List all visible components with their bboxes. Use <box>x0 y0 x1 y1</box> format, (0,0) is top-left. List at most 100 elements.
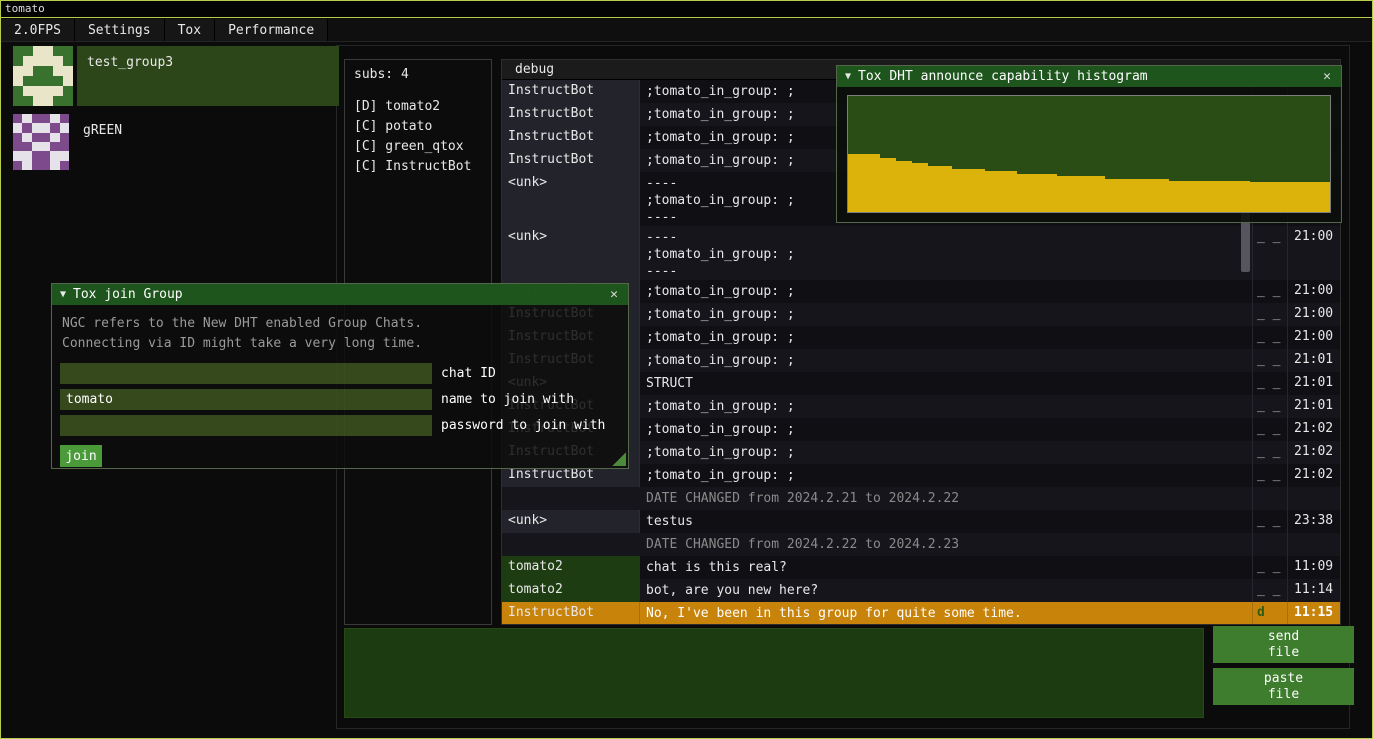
message-flags: _ _ <box>1253 556 1288 579</box>
histogram-bar <box>960 169 968 212</box>
member-item[interactable]: [C] InstructBot <box>354 157 482 177</box>
window-title: tomato <box>5 2 45 15</box>
histogram-bar <box>1137 179 1145 212</box>
sender-name <box>502 487 640 510</box>
member-item[interactable]: [C] green_qtox <box>354 137 482 157</box>
histogram-bar <box>1057 176 1065 212</box>
resize-grip-icon[interactable] <box>611 451 626 466</box>
message-row[interactable]: DATE CHANGED from 2024.2.21 to 2024.2.22 <box>502 487 1340 510</box>
field-row: chat ID <box>52 360 628 386</box>
sender-name: InstructBot <box>502 149 640 172</box>
message-input[interactable] <box>344 628 1204 718</box>
sender-name: <unk> <box>502 226 640 280</box>
histogram-bar <box>1081 176 1089 212</box>
menu-item-2-0fps: 2.0FPS <box>1 19 75 41</box>
histogram-bar <box>1322 182 1330 212</box>
group-avatar <box>13 114 69 170</box>
histogram-bar <box>1290 182 1298 212</box>
histogram-bar <box>1242 181 1250 212</box>
message-text: ;tomato_in_group: ; <box>640 441 1253 464</box>
message-time <box>1288 533 1340 556</box>
histogram-bar <box>864 154 872 212</box>
histogram-bar <box>1266 182 1274 212</box>
message-row[interactable]: <unk>testus_ _23:38 <box>502 510 1340 533</box>
histogram-bar <box>1049 174 1057 212</box>
histogram-bar <box>993 171 1001 212</box>
sender-name: InstructBot <box>502 103 640 126</box>
message-text: ;tomato_in_group: ; <box>640 349 1253 372</box>
histogram-bar <box>1193 181 1201 212</box>
message-row[interactable]: <unk>---- ;tomato_in_group: ; ----_ _21:… <box>502 226 1340 280</box>
message-text: ;tomato_in_group: ; <box>640 464 1253 487</box>
close-icon[interactable]: ✕ <box>1321 69 1333 84</box>
member-item[interactable]: [D] tomato2 <box>354 97 482 117</box>
message-text: ;tomato_in_group: ; <box>640 418 1253 441</box>
message-row[interactable]: tomato2chat is this real?_ _11:09 <box>502 556 1340 579</box>
histogram-titlebar[interactable]: ▼ Tox DHT announce capability histogram … <box>837 66 1341 87</box>
message-row[interactable]: InstructBotNo, I've been in this group f… <box>502 602 1340 624</box>
histogram-bar <box>1041 174 1049 212</box>
menu-item-settings[interactable]: Settings <box>75 19 165 41</box>
message-text: ;tomato_in_group: ; <box>640 280 1253 303</box>
group-name: gREEN <box>83 123 329 138</box>
histogram-bar <box>1217 181 1225 212</box>
histogram-bar <box>1105 179 1113 212</box>
histogram-window: ▼ Tox DHT announce capability histogram … <box>836 65 1342 223</box>
histogram-bar <box>912 163 920 212</box>
histogram-bar <box>1009 171 1017 212</box>
message-time: 21:00 <box>1288 303 1340 326</box>
name-to-join-with-input[interactable] <box>60 389 432 410</box>
histogram-bar <box>1065 176 1073 212</box>
histogram-bar <box>1298 182 1306 212</box>
message-time: 21:02 <box>1288 464 1340 487</box>
menu-item-tox[interactable]: Tox <box>165 19 215 41</box>
histogram-bar <box>848 154 856 212</box>
send-file-button[interactable]: send file <box>1213 626 1354 663</box>
group-item-green[interactable]: gREEN <box>9 114 339 170</box>
histogram-bar <box>872 154 880 212</box>
menu-item-performance[interactable]: Performance <box>215 19 328 41</box>
histogram-bar <box>1025 174 1033 212</box>
message-flags: _ _ <box>1253 280 1288 303</box>
message-text: ;tomato_in_group: ; <box>640 326 1253 349</box>
message-time <box>1288 487 1340 510</box>
message-flags: _ _ <box>1253 464 1288 487</box>
message-flags: _ _ <box>1253 303 1288 326</box>
message-flags: _ _ <box>1253 441 1288 464</box>
window-titlebar[interactable]: tomato <box>1 1 1372 18</box>
message-text: DATE CHANGED from 2024.2.21 to 2024.2.22 <box>640 487 1253 510</box>
histogram-bar <box>968 169 976 212</box>
join-fields: chat IDname to join withpassword to join… <box>52 360 628 438</box>
paste-file-button[interactable]: paste file <box>1213 668 1354 705</box>
join-button[interactable]: join <box>60 445 102 467</box>
group-item-test-group3[interactable]: test_group3 <box>9 46 339 106</box>
histogram-bar <box>985 171 993 212</box>
message-row[interactable]: DATE CHANGED from 2024.2.22 to 2024.2.23 <box>502 533 1340 556</box>
collapse-icon[interactable]: ▼ <box>845 71 851 82</box>
group-label-wrap: gREEN <box>73 114 339 170</box>
password-to-join-with-input[interactable] <box>60 415 432 436</box>
histogram-bar <box>1153 179 1161 212</box>
histogram-plot <box>847 95 1331 213</box>
message-flags: d <box>1253 602 1288 624</box>
message-flags: _ _ <box>1253 418 1288 441</box>
histogram-bar <box>1089 176 1097 212</box>
member-item[interactable]: [C] potato <box>354 117 482 137</box>
message-time: 11:15 <box>1288 602 1340 624</box>
app-window: tomato 2.0FPSSettingsToxPerformance test… <box>0 0 1373 739</box>
close-icon[interactable]: ✕ <box>608 287 620 302</box>
join-dialog-title: Tox join Group <box>73 287 601 302</box>
message-time: 21:01 <box>1288 349 1340 372</box>
join-dialog-titlebar[interactable]: ▼ Tox join Group ✕ <box>52 284 628 305</box>
subs-header: subs: 4 <box>354 67 482 82</box>
field-label: chat ID <box>441 366 496 381</box>
field-label: name to join with <box>441 392 574 407</box>
histogram-bar <box>1282 182 1290 212</box>
collapse-icon[interactable]: ▼ <box>60 289 66 300</box>
message-flags: _ _ <box>1253 372 1288 395</box>
histogram-bar <box>1177 181 1185 212</box>
histogram-bar <box>920 163 928 212</box>
chat-id-input[interactable] <box>60 363 432 384</box>
message-row[interactable]: tomato2bot, are you new here?_ _11:14 <box>502 579 1340 602</box>
message-time: 11:09 <box>1288 556 1340 579</box>
